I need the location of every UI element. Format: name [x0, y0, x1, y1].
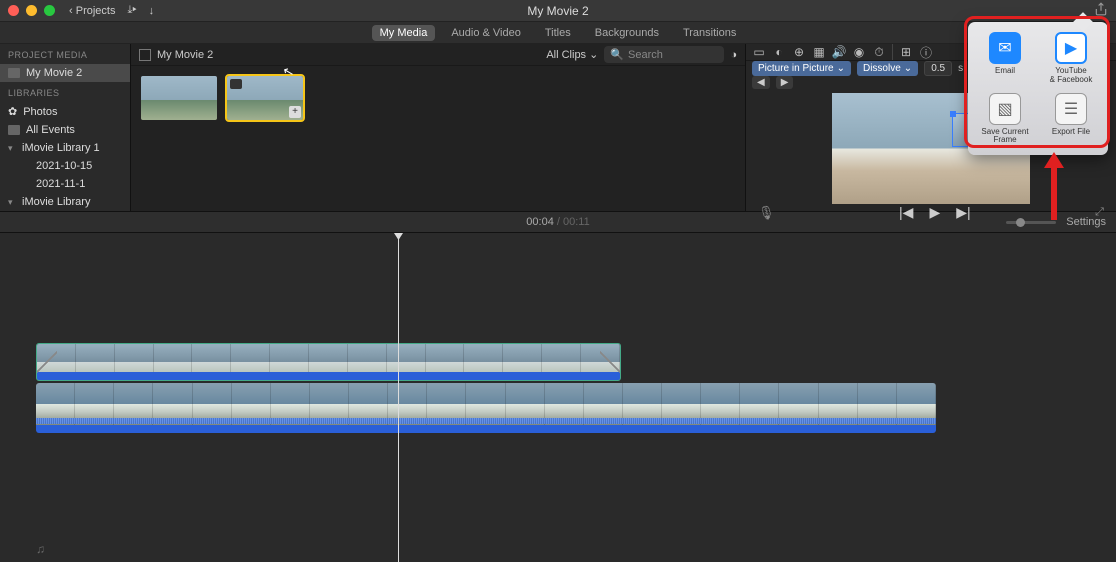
- sidebar-lib1-label: iMovie Library 1: [22, 142, 100, 154]
- media-browser: My Movie 2 All Clips ⌄ 🔍 Search ◑ +: [131, 44, 746, 211]
- sidebar-event2-label: 2021-11-1: [36, 178, 85, 190]
- minimize-window-button[interactable]: [26, 5, 37, 16]
- color-correction-icon[interactable]: ◐: [772, 45, 786, 59]
- play-button[interactable]: ▶: [929, 204, 940, 221]
- zoom-slider[interactable]: [1006, 221, 1056, 224]
- filter-settings-icon[interactable]: ◑: [730, 49, 737, 61]
- disclosure-icon[interactable]: ▾: [8, 197, 16, 208]
- share-button[interactable]: [1094, 2, 1108, 19]
- info-icon[interactable]: ⓘ: [919, 45, 933, 59]
- sidebar-item-event-2[interactable]: 2021-11-1: [0, 175, 130, 193]
- share-youtube-facebook-button[interactable]: ▶ YouTube & Facebook: [1040, 32, 1102, 85]
- share-export-label: Export File: [1052, 128, 1090, 137]
- color-balance-icon[interactable]: ▭: [752, 45, 766, 59]
- sidebar-item-library-1[interactable]: ▾ iMovie Library 1: [0, 139, 130, 157]
- youtube-icon: ▶: [1055, 32, 1087, 64]
- timeline[interactable]: ♫: [0, 233, 1116, 562]
- search-input[interactable]: 🔍 Search: [604, 46, 724, 63]
- sidebar-item-project[interactable]: My Movie 2: [0, 64, 130, 82]
- share-popover: ✉ Email ▶ YouTube & Facebook ▧ Save Curr…: [968, 22, 1108, 155]
- settings-button[interactable]: Settings: [1066, 216, 1106, 228]
- total-duration: 00:11: [563, 216, 590, 228]
- voiceover-icon[interactable]: 🎙: [758, 205, 775, 221]
- next-frame-button[interactable]: ▶|: [956, 204, 970, 221]
- noise-reduction-icon[interactable]: ◉: [852, 45, 866, 59]
- overlay-track: [36, 343, 1116, 381]
- events-icon: [8, 125, 20, 135]
- download-button[interactable]: ↓: [149, 5, 155, 17]
- search-placeholder: Search: [628, 49, 663, 61]
- tab-audio-video[interactable]: Audio & Video: [443, 25, 529, 41]
- clip-grid: +: [131, 66, 745, 211]
- sidebar-allevents-label: All Events: [26, 124, 75, 136]
- nav-prev-icon[interactable]: ◀: [752, 76, 770, 89]
- music-well-icon[interactable]: ♫: [36, 542, 45, 556]
- sidebar-lib2-label: iMovie Library: [22, 196, 90, 208]
- sidebar-project-label: My Movie 2: [26, 67, 82, 79]
- transition-dropdown[interactable]: Dissolve ⌄: [857, 61, 918, 76]
- zoom-window-button[interactable]: [44, 5, 55, 16]
- sidebar-event1-label: 2021-10-15: [36, 160, 92, 172]
- effect-dropdown[interactable]: Picture in Picture ⌄: [752, 61, 851, 76]
- nav-next-icon[interactable]: ▶: [776, 76, 794, 89]
- clip-thumbnail-selected[interactable]: +: [227, 76, 303, 120]
- sidebar-photos-label: Photos: [23, 106, 57, 118]
- pip-clip[interactable]: [36, 343, 621, 381]
- back-label: Projects: [76, 5, 116, 17]
- add-to-timeline-icon[interactable]: +: [289, 106, 301, 118]
- volume-icon[interactable]: 🔊: [832, 45, 846, 59]
- media-browser-title: My Movie 2: [157, 49, 213, 61]
- share-frame-label: Save Current Frame: [974, 128, 1036, 146]
- camera-icon: [230, 79, 242, 89]
- crop-icon[interactable]: ⊕: [792, 45, 806, 59]
- photos-icon: ✿: [8, 105, 17, 118]
- primary-track: [36, 383, 1116, 433]
- search-icon: 🔍: [610, 48, 624, 61]
- sidebar-item-library-2[interactable]: ▾ iMovie Library: [0, 193, 130, 211]
- clip-thumbnail[interactable]: [141, 76, 217, 120]
- import-media-button[interactable]: ⤓▸: [127, 4, 136, 17]
- audio-waveform: [36, 418, 936, 424]
- media-browser-header: My Movie 2 All Clips ⌄ 🔍 Search ◑: [131, 44, 745, 66]
- filter-dropdown[interactable]: All Clips ⌄: [546, 48, 598, 61]
- titlebar: ‹ Projects ⤓▸ ↓ My Movie 2: [0, 0, 1116, 22]
- speed-icon[interactable]: ⏱: [872, 45, 886, 59]
- sidebar-item-event-1[interactable]: 2021-10-15: [0, 157, 130, 175]
- tab-my-media[interactable]: My Media: [372, 25, 436, 41]
- primary-clip[interactable]: [36, 383, 936, 433]
- share-email-label: Email: [995, 67, 1015, 76]
- duration-field[interactable]: [924, 61, 952, 76]
- grid-view-icon[interactable]: [139, 49, 151, 61]
- email-icon: ✉: [989, 32, 1021, 64]
- close-window-button[interactable]: [8, 5, 19, 16]
- stabilize-icon[interactable]: ▦: [812, 45, 826, 59]
- content-tabs: My Media Audio & Video Titles Background…: [0, 22, 1116, 44]
- timeline-timecode: 00:04 / 00:11: [526, 216, 589, 228]
- clip-filter-icon[interactable]: ⊞: [899, 45, 913, 59]
- tab-transitions[interactable]: Transitions: [675, 25, 744, 41]
- current-time: 00:04: [526, 216, 554, 228]
- save-current-frame-button[interactable]: ▧ Save Current Frame: [974, 93, 1036, 146]
- audio-waveform: [37, 372, 620, 380]
- export-file-button[interactable]: ☰ Export File: [1040, 93, 1102, 146]
- image-icon: ▧: [989, 93, 1021, 125]
- sidebar-item-all-events[interactable]: All Events: [0, 121, 130, 139]
- playhead[interactable]: [398, 233, 399, 562]
- tab-backgrounds[interactable]: Backgrounds: [587, 25, 667, 41]
- library-sidebar: PROJECT MEDIA My Movie 2 LIBRARIES ✿ Pho…: [0, 44, 131, 211]
- share-yt-label: YouTube & Facebook: [1050, 67, 1093, 85]
- window-title: My Movie 2: [527, 4, 588, 18]
- sidebar-item-photos[interactable]: ✿ Photos: [0, 102, 130, 121]
- sidebar-heading-project: PROJECT MEDIA: [0, 44, 130, 64]
- film-icon: ☰: [1055, 93, 1087, 125]
- duration-unit: s: [958, 63, 963, 74]
- share-email-button[interactable]: ✉ Email: [974, 32, 1036, 85]
- tab-titles[interactable]: Titles: [537, 25, 579, 41]
- disclosure-icon[interactable]: ▾: [8, 143, 16, 154]
- window-controls: [8, 5, 55, 16]
- clapperboard-icon: [8, 68, 20, 78]
- prev-frame-button[interactable]: |◀: [899, 204, 913, 221]
- sidebar-heading-libraries: LIBRARIES: [0, 82, 130, 102]
- back-to-projects-button[interactable]: ‹ Projects: [69, 5, 115, 17]
